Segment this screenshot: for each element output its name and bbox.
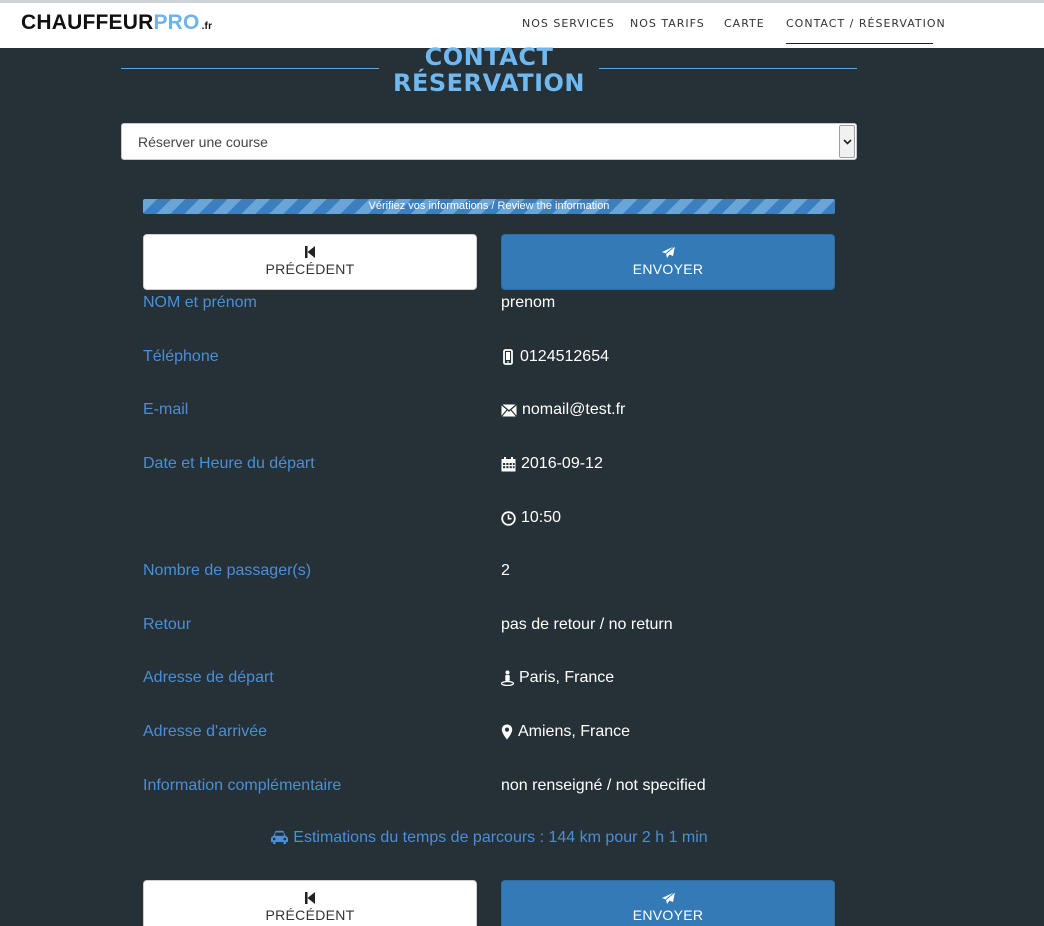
navbar: CHAUFFEURPRO .fr NOS SERVICES NOS TARIFS … [0,3,1044,48]
value-name: prenom [501,294,555,312]
value-departure-time-text: 10:50 [521,509,562,526]
brand-part-pro: PRO [153,11,200,34]
value-phone: 0124512654 [501,348,609,366]
route-estimate-text: Estimations du temps de parcours : 144 k… [293,829,708,846]
nav-tarifs[interactable]: NOS TARIFS [630,17,705,30]
previous-button-label: PRÉCÉDENT [265,261,355,277]
value-return: pas de retour / no return [501,616,673,634]
send-button-bottom-label: ENVOYER [632,907,704,923]
heading-line-left [121,68,379,69]
value-name-text: prenom [501,294,556,311]
label-info: Information complémentaire [143,777,342,794]
value-from-text: Paris, France [519,669,615,686]
reservation-type-select[interactable]: Réserver une course [121,123,857,160]
page-title: CONTACT RÉSERVATION [380,44,598,96]
send-button[interactable]: ENVOYER [501,234,835,290]
value-return-text: pas de retour / no return [501,616,673,633]
label-departure: Date et Heure du départ [143,455,315,472]
paper-plane-icon [661,245,675,258]
mobile-icon [503,349,513,365]
car-icon [271,830,289,844]
send-button-label: ENVOYER [632,261,704,277]
value-departure-date-text: 2016-09-12 [521,455,603,472]
brand-logo[interactable]: CHAUFFEURPRO .fr [21,11,212,35]
nav-carte[interactable]: CARTE [724,17,765,30]
brand-part-tld: .fr [201,21,213,32]
map-marker-icon [501,724,513,740]
value-info-text: non renseigné / not specified [501,777,706,794]
step-backward-icon [305,892,315,904]
value-email: nomail@test.fr [501,401,625,419]
heading-line-right [599,68,857,69]
label-email: E-mail [143,401,189,418]
value-email-text: nomail@test.fr [522,401,626,418]
step-backward-icon [305,246,315,258]
label-from: Adresse de départ [143,669,274,686]
calendar-icon [501,456,516,471]
street-view-icon [501,670,514,686]
value-departure-date: 2016-09-12 [501,455,603,473]
label-passengers: Nombre de passager(s) [143,562,312,579]
progress-bar: Vérifiez vos informations / Review the i… [143,199,835,214]
chevron-down-icon[interactable] [839,125,855,158]
value-to: Amiens, France [501,723,630,741]
label-phone: Téléphone [143,348,219,365]
label-name: NOM et prénom [143,294,257,311]
label-return: Retour [143,616,192,633]
previous-button[interactable]: PRÉCÉDENT [143,234,477,290]
nav-services[interactable]: NOS SERVICES [522,17,615,30]
paper-plane-icon [661,891,675,904]
progress-label: Vérifiez vos informations / Review the i… [368,200,610,212]
label-to: Adresse d'arrivée [143,723,267,740]
select-value: Réserver une course [138,134,268,150]
value-phone-text: 0124512654 [520,348,609,365]
clock-icon [501,510,516,526]
send-button-bottom[interactable]: ENVOYER [501,880,835,926]
previous-button-bottom[interactable]: PRÉCÉDENT [143,880,477,926]
value-from: Paris, France [501,669,614,687]
envelope-icon [501,403,517,417]
nav-contact-reservation[interactable]: CONTACT / RÉSERVATION [786,17,945,44]
page-title-line1: CONTACT [424,43,554,71]
value-to-text: Amiens, France [518,723,631,740]
page-title-line2: RÉSERVATION [393,69,585,97]
value-passengers-text: 2 [501,562,510,579]
route-estimate: Estimations du temps de parcours : 144 k… [0,829,978,847]
brand-part-chauffeur: CHAUFFEUR [21,11,154,34]
value-departure-time: 10:50 [501,509,561,527]
value-passengers: 2 [501,562,510,580]
value-info: non renseigné / not specified [501,777,706,795]
previous-button-bottom-label: PRÉCÉDENT [265,907,355,923]
